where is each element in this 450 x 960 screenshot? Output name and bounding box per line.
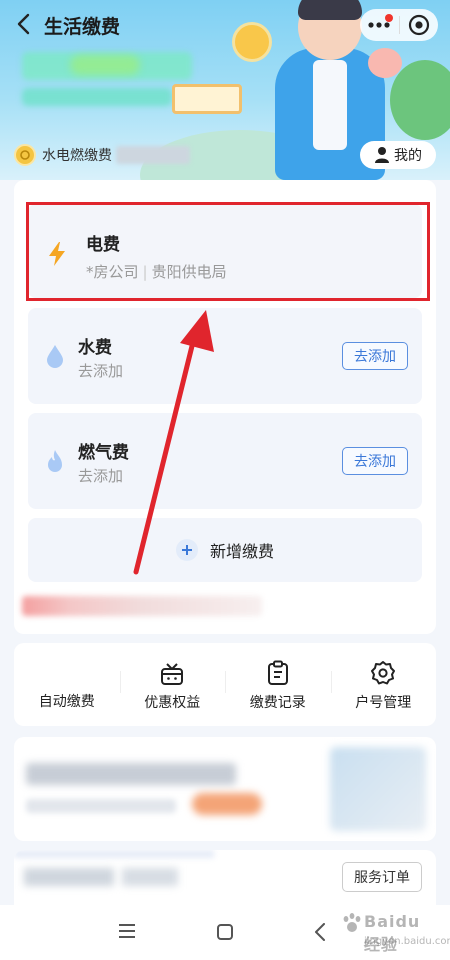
watermark-url: jingyan.baidu.com xyxy=(364,936,450,947)
separator: | xyxy=(142,263,148,281)
plus-icon xyxy=(175,539,198,561)
banner-character-shirt xyxy=(313,60,347,150)
bill-item-gas[interactable]: 燃气费 去添加 去添加 xyxy=(28,413,422,509)
add-water-button[interactable]: 去添加 xyxy=(342,342,408,370)
add-bill-button[interactable]: 新增缴费 xyxy=(28,518,422,582)
mine-label: 我的 xyxy=(394,148,422,164)
bill-item-electricity[interactable]: 电费 *房公司 | 贵阳供电局 xyxy=(28,204,422,298)
flame-icon xyxy=(40,446,70,476)
bill-item-water[interactable]: 水费 去添加 去添加 xyxy=(28,308,422,404)
menu-icon xyxy=(119,924,135,938)
recent-apps-button[interactable] xyxy=(118,923,136,943)
bill-status: 去添加 xyxy=(78,467,124,485)
bill-title: 燃气费 xyxy=(78,443,129,463)
service-blurred-text xyxy=(24,868,114,886)
promo-blurred-button xyxy=(192,793,262,815)
notification-dot xyxy=(384,14,393,22)
quick-action-label: 自动缴费 xyxy=(38,693,95,710)
add-gas-button[interactable]: 去添加 xyxy=(342,447,408,475)
promo-blurred-title xyxy=(26,763,236,785)
gift-icon xyxy=(159,658,185,686)
bill-provider: 贵阳供电局 xyxy=(151,263,227,281)
coin-icon xyxy=(14,144,36,166)
badge-text: 水电燃缴费 xyxy=(42,148,112,164)
banner-tree xyxy=(390,60,450,140)
promo-blurred-subtitle xyxy=(26,799,176,813)
service-card: 服务订单 xyxy=(14,850,436,910)
banner-card-illustration xyxy=(172,84,242,114)
bill-subtitle: *房公司 | 贵阳供电局 xyxy=(86,261,227,282)
blurred-notice xyxy=(22,596,262,616)
clipboard-icon xyxy=(266,658,290,686)
bill-account: *房公司 xyxy=(86,263,139,281)
service-orders-button[interactable]: 服务订单 xyxy=(342,862,422,892)
promo-card[interactable] xyxy=(14,737,436,841)
bill-title: 电费 xyxy=(86,235,120,255)
auto-pay-button[interactable]: 自动缴费 xyxy=(14,643,120,726)
chevron-left-icon xyxy=(315,923,325,941)
gear-icon xyxy=(370,658,396,686)
system-back-button[interactable] xyxy=(314,923,326,945)
badge-row: 水电燃缴费 xyxy=(14,143,190,167)
payment-records-button[interactable]: 缴费记录 xyxy=(225,643,331,726)
close-mini-program-button[interactable] xyxy=(399,9,438,41)
banner-pig-illustration xyxy=(368,48,402,78)
service-blurred-strip xyxy=(14,850,214,858)
page-title: 生活缴费 xyxy=(44,16,121,38)
quick-action-label: 缴费记录 xyxy=(249,694,306,711)
bill-status: 去添加 xyxy=(78,362,124,380)
bill-title: 水费 xyxy=(78,338,112,358)
paw-icon xyxy=(343,913,361,932)
more-dots-icon xyxy=(368,22,390,28)
more-button[interactable] xyxy=(360,9,399,41)
bills-card: 电费 *房公司 | 贵阳供电局 水费 去添加 去添加 燃气费 去添加 去添加 新… xyxy=(14,180,436,634)
mini-program-capsule xyxy=(360,9,438,41)
account-management-button[interactable]: 户号管理 xyxy=(330,643,437,726)
top-bar: 生活缴费 xyxy=(0,0,450,48)
banner-blurred-text xyxy=(22,88,172,106)
quick-action-label: 优惠权益 xyxy=(144,694,201,711)
add-bill-label: 新增缴费 xyxy=(209,542,274,561)
target-icon xyxy=(408,14,429,36)
mine-button[interactable]: 我的 xyxy=(360,141,436,169)
water-drop-icon xyxy=(40,341,70,371)
lightning-icon xyxy=(42,239,72,269)
watermark: Baidu 经验 jingyan.baidu.com xyxy=(342,904,450,954)
watermark-text: Baidu 经验 xyxy=(364,912,421,954)
service-blurred-text xyxy=(122,868,178,886)
promo-blurred-image xyxy=(330,747,426,831)
chevron-left-icon xyxy=(17,13,30,35)
user-icon xyxy=(375,147,389,163)
home-square-icon xyxy=(217,924,233,940)
banner-blurred-text xyxy=(70,55,140,75)
quick-action-label: 户号管理 xyxy=(355,694,412,711)
quick-actions: 自动缴费 优惠权益 缴费记录 户号管理 xyxy=(14,643,436,726)
badge-blurred-info xyxy=(116,146,190,164)
home-button[interactable] xyxy=(216,923,234,945)
benefits-button[interactable]: 优惠权益 xyxy=(119,643,226,726)
back-button[interactable] xyxy=(12,12,34,36)
